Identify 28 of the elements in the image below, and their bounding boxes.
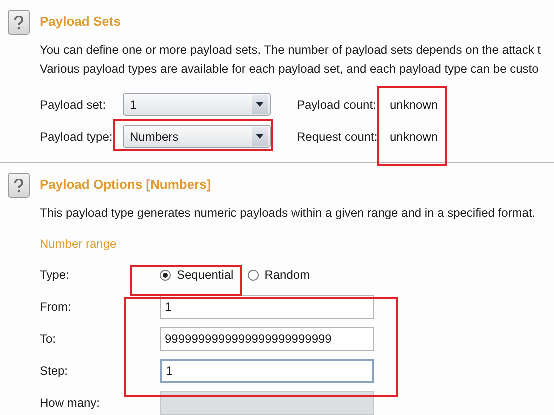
field-label: How many: (40, 396, 102, 410)
field-label: Payload set: (40, 98, 108, 112)
caret-icon (256, 134, 264, 139)
field-label: From: (40, 300, 72, 314)
section-title: Payload Options [Numbers] (40, 177, 212, 192)
info-value: unknown (389, 130, 440, 144)
input-field[interactable]: 1 (160, 295, 374, 319)
info-label: Payload count: (297, 98, 378, 112)
description-text: Various payload types are available for each payload set, and each payload type can be custo (40, 61, 540, 78)
field-label: Step: (40, 364, 70, 378)
caret-icon (256, 102, 264, 107)
radio-option[interactable]: Sequential (160, 268, 234, 282)
field-label: Payload type: (40, 130, 114, 144)
group-heading: Number range (40, 237, 118, 251)
dropdown[interactable]: Numbers (123, 125, 271, 148)
description-text: You can define one or more payload sets. The number of payload sets depends on the attack t (40, 42, 541, 59)
description-text: This payload type generates numeric payloads within a given range and in a specified format. (40, 205, 536, 222)
field-label: To: (40, 332, 58, 346)
section-title: Payload Sets (40, 14, 122, 29)
info-label: Request count: (297, 130, 379, 144)
help-icon[interactable] (8, 173, 30, 198)
input-field[interactable]: 1 (160, 359, 374, 383)
dropdown[interactable]: 1 (123, 93, 271, 116)
input-field[interactable]: 9999999999999999999999999 (160, 327, 374, 351)
radio-option[interactable]: Random (248, 268, 310, 282)
help-icon[interactable] (8, 10, 30, 35)
info-value: unknown (389, 98, 440, 112)
field-label: Type: (40, 268, 70, 282)
